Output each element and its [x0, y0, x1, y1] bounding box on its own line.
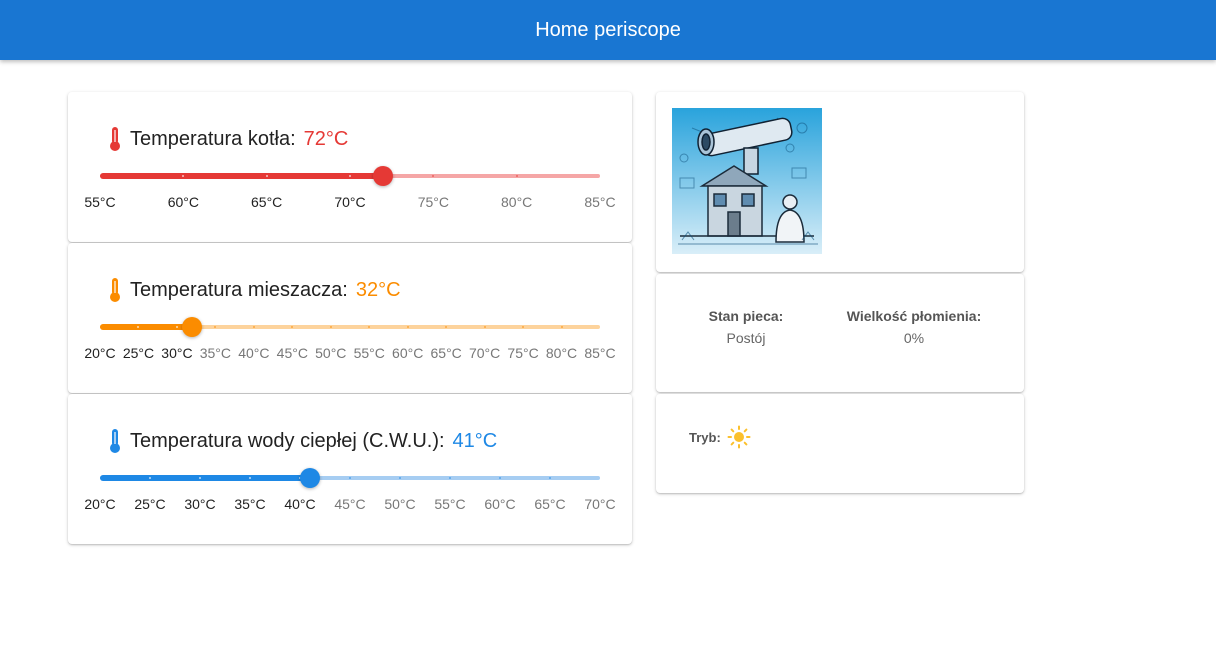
slider-track-fill — [100, 475, 310, 481]
slider-tick — [515, 175, 518, 177]
slider-mark-label: 85°C — [584, 194, 616, 210]
slider-marks: 20°C 25°C 30°C 35°C 40°C 45°C 50°C 55°C 60°C 65°C… — [84, 345, 615, 363]
slider-tick — [149, 477, 151, 479]
slider-mark-label: 20°C — [84, 345, 116, 361]
slider-mark-label: 35°C — [199, 345, 232, 361]
slider-mark-label: 75°C — [507, 345, 539, 361]
slider-mark-label: 65°C — [430, 345, 462, 361]
slider-mark-label: 65°C — [251, 194, 283, 210]
flame-size-label: Wielkość płomienia: — [846, 308, 982, 324]
thermometer-icon — [110, 429, 120, 453]
slider-mark-label: 80°C — [501, 194, 533, 210]
temperature-slider[interactable] — [100, 317, 600, 337]
slider-title: Temperatura wody ciepłej (C.W.U.): 41°C — [108, 428, 497, 454]
slider-value: 72°C — [303, 127, 349, 150]
slider-marks: 20°C 25°C 30°C 35°C 40°C 45°C 50°C 55°C 60°C 65°C… — [84, 496, 615, 514]
sun-icon — [727, 425, 751, 449]
slider-title: Temperatura mieszacza: 32°C — [108, 277, 401, 303]
slider-label: Temperatura wody ciepłej (C.W.U.): — [130, 429, 445, 452]
slider-mark-label: 30°C — [184, 496, 216, 512]
app-bar: Home periscope — [0, 0, 1216, 60]
slider-card-mixer: Temperatura mieszacza: 32°C 20°C 25°C 30°C… — [68, 243, 632, 393]
slider-tick — [329, 326, 332, 328]
slider-tick — [406, 326, 409, 328]
slider-track-fill — [100, 173, 384, 179]
slider-title: Temperatura kotła: 72°C — [108, 126, 348, 152]
slider-mark-label: 60°C — [392, 345, 424, 361]
slider-mark-label: 85°C — [584, 345, 616, 361]
slider-mark-label: 55°C — [353, 345, 385, 361]
mode-row: Tryb: — [689, 425, 751, 449]
slider-tick — [175, 326, 178, 328]
slider-mark-label: 70°C — [334, 194, 366, 210]
flame-size-value: 0% — [903, 330, 925, 346]
mode-label: Tryb: — [689, 429, 721, 445]
slider-tick — [549, 477, 551, 479]
stove-status-card: Stan pieca: Postój Wielkość płomienia: 0… — [656, 274, 1024, 392]
slider-mark-label: 40°C — [284, 496, 316, 512]
stove-state-label: Stan pieca: — [708, 308, 784, 324]
slider-mark-label: 25°C — [122, 345, 155, 361]
slider-card-hot-water: Temperatura wody ciepłej (C.W.U.): 41°C … — [68, 394, 632, 544]
slider-thumb[interactable] — [300, 468, 320, 488]
slider-mark-label: 70°C — [468, 345, 501, 361]
thermometer-icon — [110, 278, 120, 302]
periscope-house-illustration — [672, 108, 822, 254]
slider-tick — [252, 326, 255, 328]
slider-mark-label: 20°C — [84, 496, 116, 512]
slider-mark-label: 25°C — [134, 496, 166, 512]
slider-mark-label: 55°C — [434, 496, 466, 512]
slider-card-boiler: Temperatura kotła: 72°C 55°C 60°C 65°C 70°C… — [68, 92, 632, 242]
slider-mark-label: 60°C — [167, 194, 199, 210]
illustration-card — [656, 92, 1024, 272]
stove-state: Stan pieca: Postój — [708, 308, 784, 346]
slider-thumb[interactable] — [182, 317, 203, 337]
slider-mark-label: 70°C — [584, 496, 616, 512]
slider-mark-label: 30°C — [161, 345, 193, 361]
thermometer-icon — [110, 127, 120, 151]
slider-mark-label: 60°C — [484, 496, 516, 512]
slider-mark-label: 50°C — [315, 345, 347, 361]
slider-label: Temperatura mieszacza: — [130, 278, 348, 301]
slider-tick — [199, 477, 201, 479]
slider-mark-label: 80°C — [545, 345, 578, 361]
flame-size: Wielkość płomienia: 0% — [842, 308, 986, 346]
slider-mark-label: 45°C — [276, 345, 308, 361]
slider-mark-label: 75°C — [417, 194, 449, 210]
slider-thumb[interactable] — [373, 166, 394, 186]
slider-mark-label: 40°C — [238, 345, 270, 361]
slider-tick — [349, 477, 351, 479]
slider-track-fill — [100, 324, 193, 330]
slider-value: 41°C — [452, 429, 498, 452]
slider-mark-label: 45°C — [334, 496, 366, 512]
slider-tick — [265, 175, 268, 177]
slider-tick — [560, 326, 563, 328]
slider-tick — [349, 175, 351, 177]
app-title: Home periscope — [535, 18, 681, 41]
temperature-slider[interactable] — [100, 468, 600, 488]
slider-label: Temperatura kotła: — [130, 127, 296, 150]
slider-tick — [449, 477, 451, 479]
temperature-slider[interactable] — [100, 166, 600, 186]
mode-card: Tryb: — [656, 394, 1024, 493]
slider-tick — [249, 477, 251, 479]
slider-mark-label: 65°C — [534, 496, 566, 512]
slider-mark-label: 50°C — [384, 496, 416, 512]
slider-marks: 55°C 60°C 65°C 70°C 75°C 80°C 85°C — [84, 194, 615, 212]
slider-tick — [499, 477, 501, 479]
slider-value: 32°C — [355, 278, 401, 301]
slider-tick — [483, 326, 486, 328]
slider-tick — [399, 477, 401, 479]
stove-state-value: Postój — [726, 330, 766, 346]
slider-mark-label: 55°C — [84, 194, 116, 210]
slider-mark-label: 35°C — [234, 496, 266, 512]
